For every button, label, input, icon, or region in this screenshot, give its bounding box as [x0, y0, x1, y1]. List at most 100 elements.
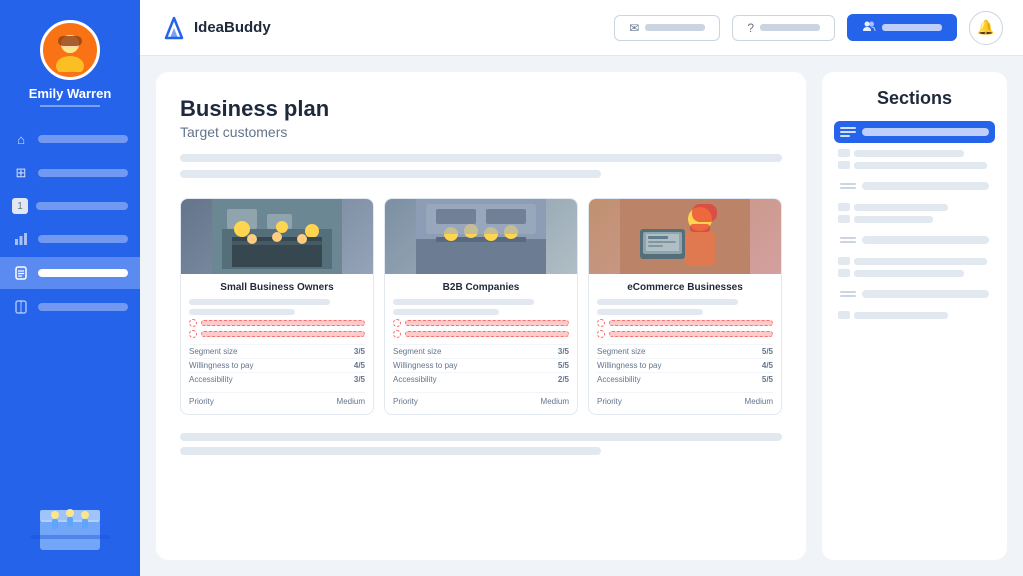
stat-label: Segment size: [393, 347, 441, 356]
notifications-button[interactable]: 🔔: [969, 11, 1003, 45]
sub-icon: [838, 149, 850, 157]
nav-label-bar: [38, 235, 128, 243]
user-profile: Emily Warren: [29, 10, 112, 123]
section-subbars-4: [834, 311, 995, 319]
plan-title: Business plan: [180, 96, 782, 122]
card-small-business[interactable]: Small Business Owners Segment size 3/5: [180, 198, 374, 415]
card-footer-2: Priority Medium: [393, 392, 569, 406]
stat-row: Accessibility 3/5: [189, 372, 365, 386]
section-item-3[interactable]: [834, 229, 995, 251]
section-item-2[interactable]: [834, 175, 995, 197]
user-name: Emily Warren: [29, 86, 112, 101]
nav-item-chart[interactable]: [0, 223, 140, 255]
card-pink-3: [597, 319, 773, 338]
pink-dot: [597, 319, 605, 327]
mail-icon: ✉: [629, 21, 639, 35]
card-title-1: Small Business Owners: [189, 282, 365, 293]
card-title-2: B2B Companies: [393, 282, 569, 293]
nav-label-bar: [38, 135, 128, 143]
bell-icon: 🔔: [977, 19, 994, 36]
stat-label: Segment size: [597, 347, 645, 356]
card-body-2: B2B Companies Segment size 3/5: [385, 274, 577, 414]
sub-icon: [838, 269, 850, 277]
stat-label: Willingness to pay: [597, 361, 661, 370]
sub-icon: [838, 161, 850, 169]
nav-item-book[interactable]: [0, 291, 140, 323]
card-bar-2a: [393, 299, 534, 305]
card-pink-2: [393, 319, 569, 338]
card-image-2: [385, 199, 577, 274]
sub-bar: [854, 258, 987, 265]
plan-divider-4: [180, 447, 601, 455]
topbar: IdeaBuddy ✉ ? 🔔: [140, 0, 1023, 56]
priority-label: Priority: [393, 397, 418, 406]
help-label-bar: [760, 24, 820, 31]
nav-item-doc[interactable]: [0, 257, 140, 289]
card-bar-2b: [393, 309, 499, 315]
card-body-3: eCommerce Businesses Segment size 5/5: [589, 274, 781, 414]
nav-label-bar: [38, 303, 128, 311]
stat-row: Segment size 3/5: [393, 344, 569, 358]
sidebar: Emily Warren ⌂ ⊞ 1: [0, 0, 140, 576]
card-footer-1: Priority Medium: [189, 392, 365, 406]
icon-line: [840, 131, 856, 133]
section-subbars-3: [834, 257, 995, 277]
sub-bar-row: [838, 149, 995, 157]
icon-line: [840, 237, 856, 239]
sub-bar: [854, 270, 964, 277]
card-b2b[interactable]: B2B Companies Segment size 3/5: [384, 198, 578, 415]
sections-title: Sections: [834, 88, 995, 109]
avatar: [40, 20, 100, 80]
stat-value: 3/5: [354, 375, 365, 384]
pink-bar: [201, 320, 365, 326]
stat-label: Accessibility: [597, 375, 641, 384]
stat-value: 4/5: [354, 361, 365, 370]
users-button[interactable]: [847, 14, 957, 41]
nav-item-badge[interactable]: 1: [0, 191, 140, 221]
section-item-bar: [862, 128, 989, 136]
sub-bar-row: [838, 257, 995, 265]
users-label-bar: [882, 24, 942, 31]
pink-dot: [189, 319, 197, 327]
priority-value: Medium: [745, 397, 773, 406]
stat-label: Accessibility: [393, 375, 437, 384]
plan-divider-2: [180, 170, 601, 178]
nav-item-grid[interactable]: ⊞: [0, 157, 140, 189]
card-body-1: Small Business Owners Segment size 3/5: [181, 274, 373, 414]
sub-icon: [838, 311, 850, 319]
users-icon: [862, 20, 876, 35]
mail-label-bar: [645, 24, 705, 31]
nav-label-bar: [38, 169, 128, 177]
business-plan-panel: Business plan Target customers: [156, 72, 806, 560]
pink-bar: [405, 320, 569, 326]
section-icon: [840, 125, 856, 139]
doc-icon: [12, 264, 30, 282]
main-area: IdeaBuddy ✉ ? 🔔: [140, 0, 1023, 576]
card-stats-2: Segment size 3/5 Willingness to pay 5/5 …: [393, 344, 569, 386]
stat-label: Segment size: [189, 347, 237, 356]
section-icon: [840, 179, 856, 193]
mail-button[interactable]: ✉: [614, 15, 720, 41]
section-item-active[interactable]: [834, 121, 995, 143]
stat-value: 5/5: [762, 347, 773, 356]
help-icon: ?: [747, 21, 754, 35]
card-ecommerce[interactable]: eCommerce Businesses Segment size 5/5: [588, 198, 782, 415]
pink-dot: [189, 330, 197, 338]
sub-icon: [838, 257, 850, 265]
stat-value: 5/5: [558, 361, 569, 370]
pink-bar: [405, 331, 569, 337]
stat-row: Segment size 5/5: [597, 344, 773, 358]
card-bar-1b: [189, 309, 295, 315]
section-item-4[interactable]: [834, 283, 995, 305]
priority-label: Priority: [597, 397, 622, 406]
card-footer-3: Priority Medium: [597, 392, 773, 406]
plan-bottom-bars: [180, 433, 782, 463]
stat-value: 2/5: [558, 375, 569, 384]
nav-item-home[interactable]: ⌂: [0, 123, 140, 155]
stat-value: 4/5: [762, 361, 773, 370]
icon-line: [840, 295, 856, 297]
card-image-1: [181, 199, 373, 274]
help-button[interactable]: ?: [732, 15, 835, 41]
card-stats-3: Segment size 5/5 Willingness to pay 4/5 …: [597, 344, 773, 386]
icon-line: [840, 135, 850, 137]
